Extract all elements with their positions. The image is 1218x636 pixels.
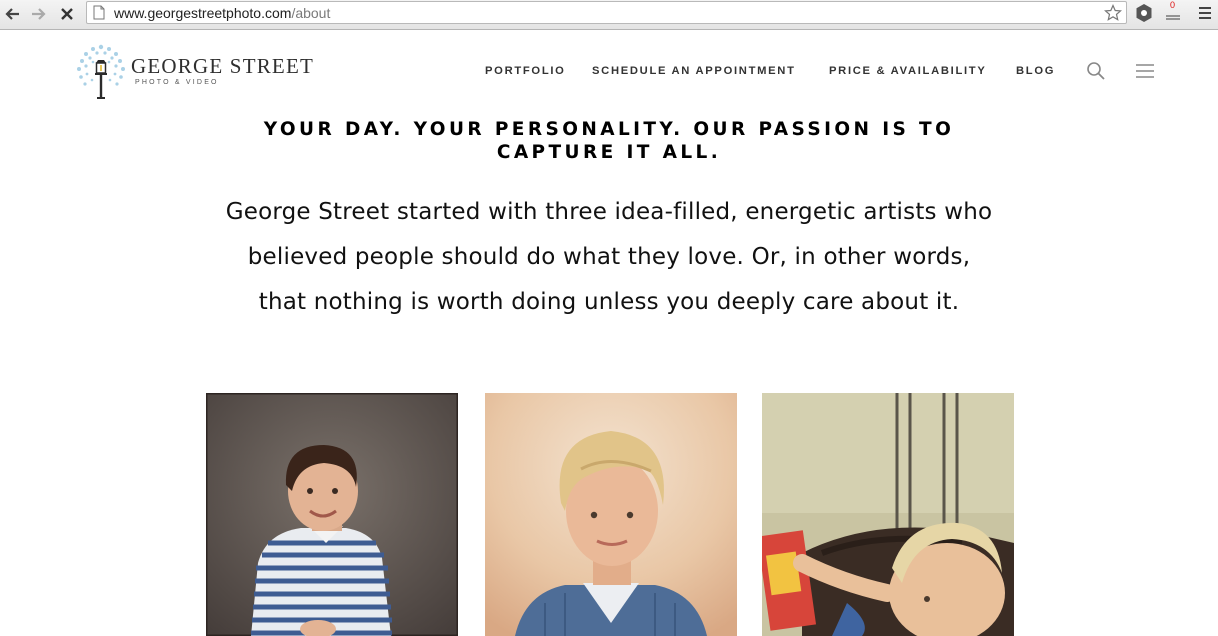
url-path: /about [291,5,331,21]
site-logo[interactable]: GEORGE STREET PHOTO & VIDEO [73,42,313,100]
child-portrait-image [485,393,737,636]
founder-photo-1 [206,393,458,636]
intro-line: George Street started with three idea-fi… [225,199,993,225]
logo-subtitle: PHOTO & VIDEO [135,79,219,86]
lamp-post-logo-icon [77,44,125,99]
child-portrait-image [206,393,458,636]
intro-line: that nothing is worth doing unless you d… [258,289,960,315]
back-arrow-icon [5,8,19,20]
back-button[interactable] [2,4,22,24]
founder-photo-3 [762,393,1014,636]
page-headline: YOUR DAY. YOUR PERSONALITY. OUR PASSION … [263,119,955,163]
page-icon [93,5,105,20]
extension-badge-button[interactable]: 0 [1163,0,1185,24]
nav-blog[interactable]: BLOG [1016,64,1055,78]
address-url: www.georgestreetphoto.com/about [114,5,330,21]
badge-tray-icon [1166,15,1180,20]
intro-line: believed people should do what they love… [247,244,971,270]
address-bar[interactable]: www.georgestreetphoto.com/about [86,1,1127,24]
founder-photo-2 [485,393,737,636]
bookmark-star-icon[interactable] [1104,4,1122,22]
search-icon[interactable] [1086,61,1106,81]
site-header: GEORGE STREET PHOTO & VIDEO PORTFOLIO SC… [0,30,1218,110]
extension-hexagon-icon[interactable] [1135,3,1153,23]
intro-paragraph: George Street started with three idea-fi… [200,190,1018,325]
founder-photos [0,393,1218,636]
forward-arrow-icon [32,8,46,20]
logo-title: GEORGE STREET [131,54,315,78]
forward-button[interactable] [29,4,49,24]
chrome-menu-icon[interactable] [1198,6,1212,20]
nav-schedule-appointment[interactable]: SCHEDULE AN APPOINTMENT [592,64,796,78]
child-portrait-image [762,393,1014,636]
nav-price-availability[interactable]: PRICE & AVAILABILITY [829,64,986,78]
url-host: www.georgestreetphoto.com [114,5,292,21]
stop-button[interactable] [57,4,77,24]
nav-portfolio[interactable]: PORTFOLIO [485,64,566,78]
browser-toolbar: www.georgestreetphoto.com/about 0 [0,0,1218,30]
hamburger-menu-icon[interactable] [1135,63,1155,79]
stop-x-icon [61,8,73,20]
